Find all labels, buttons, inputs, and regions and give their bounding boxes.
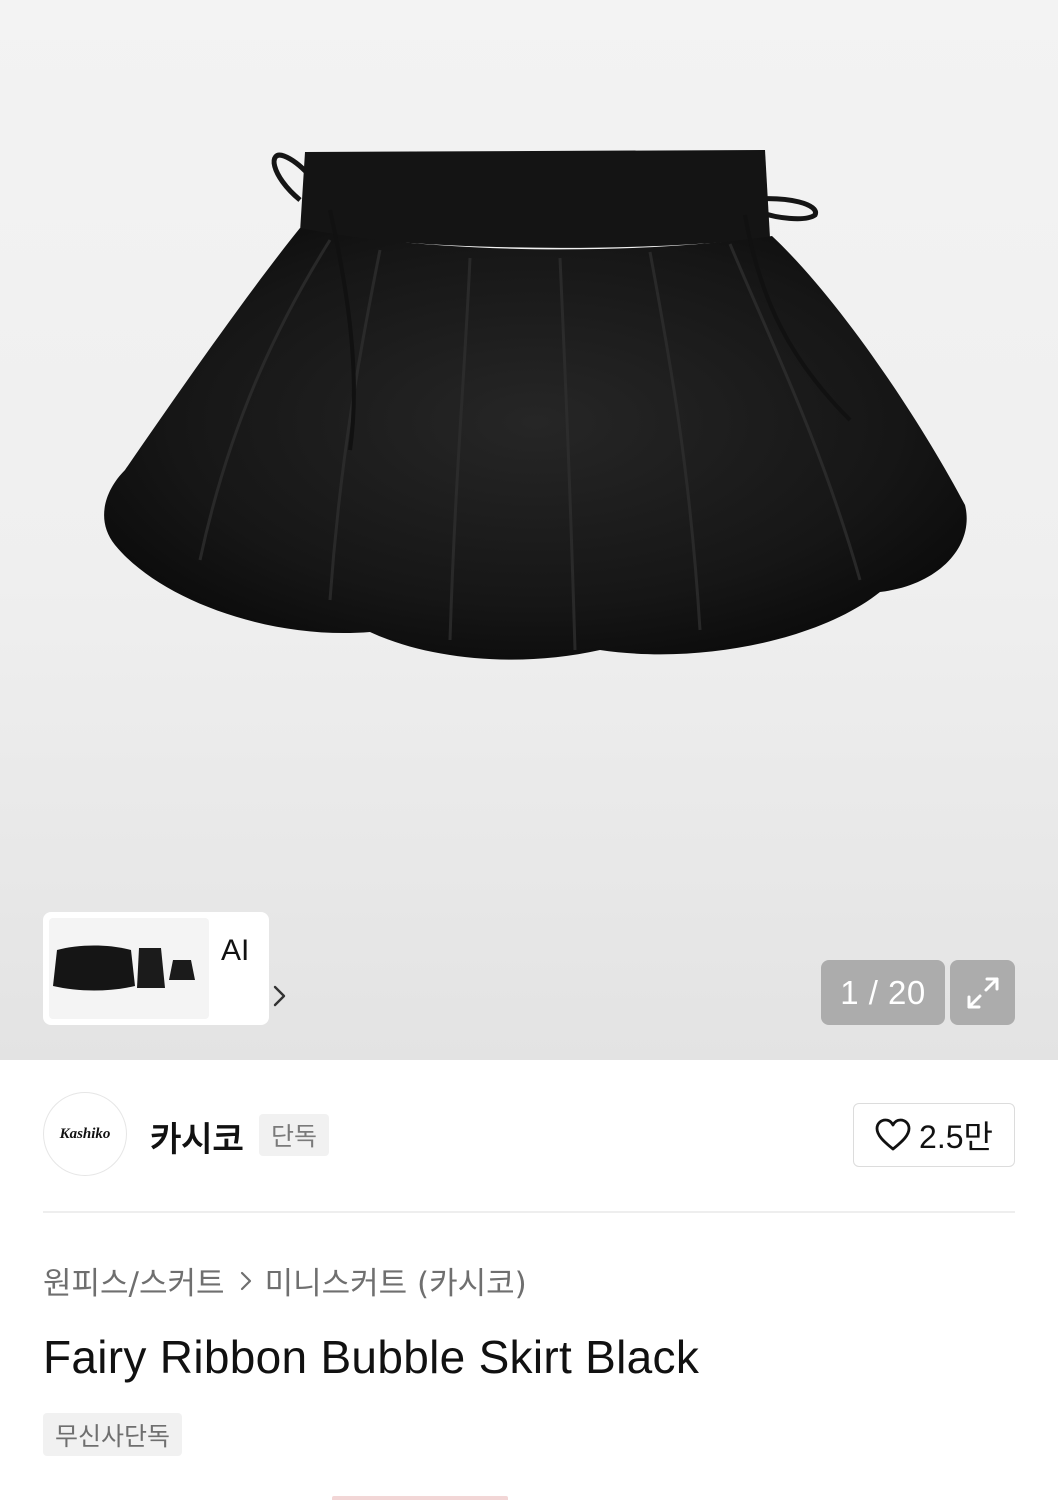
exclusive-tag: 단독 [259, 1114, 330, 1156]
ai-thumbnail-strip [49, 918, 209, 1019]
breadcrumb-subcategory[interactable]: 미니스커트 (카시코) [265, 1258, 527, 1303]
divider [43, 1211, 1015, 1213]
product-detail-page: AI 1 / 20 Kashiko 카시코 단독 2.5만 원피스/스커트 미니… [0, 0, 1058, 1500]
image-counter: 1 / 20 [821, 960, 945, 1025]
brand-name[interactable]: 카시코 [150, 1112, 244, 1161]
product-title: Fairy Ribbon Bubble Skirt Black [43, 1331, 700, 1383]
brand-logo[interactable]: Kashiko [43, 1092, 127, 1176]
product-image-gallery[interactable]: AI 1 / 20 [0, 0, 1058, 1060]
brand-row: Kashiko 카시코 단독 2.5만 [43, 1092, 1015, 1180]
exclusive-badge: 무신사단독 [43, 1413, 183, 1456]
ai-label: AI [221, 934, 250, 967]
product-image [104, 150, 967, 660]
brand-logo-text: Kashiko [59, 1125, 111, 1142]
ai-styling-card[interactable]: AI [43, 912, 286, 1025]
expand-image-button[interactable] [950, 960, 1015, 1025]
like-button[interactable]: 2.5만 [853, 1103, 1015, 1167]
heart-outline-icon [875, 1118, 911, 1151]
breadcrumb: 원피스/스커트 미니스커트 (카시코) [43, 1258, 527, 1303]
like-count: 2.5만 [919, 1119, 993, 1155]
chevron-right-icon [273, 985, 286, 1007]
expand-arrows-icon [967, 977, 998, 1008]
breadcrumb-category[interactable]: 원피스/스커트 [43, 1258, 225, 1303]
next-section-peek [332, 1496, 508, 1500]
chevron-right-icon [239, 1270, 253, 1292]
